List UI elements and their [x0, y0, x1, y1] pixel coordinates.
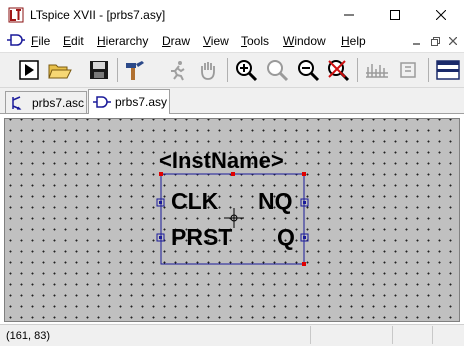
zoom-out-icon: [298, 60, 320, 82]
menu-window[interactable]: Window: [283, 34, 326, 48]
maximize-icon: [390, 10, 400, 20]
tile-windows-button[interactable]: [435, 57, 461, 83]
mdi-restore-icon: [430, 36, 440, 46]
cursor-coordinates: (161, 83): [6, 330, 51, 342]
zoom-out-button[interactable]: [295, 57, 321, 83]
schematic-doc-icon[interactable]: [6, 33, 26, 48]
tab-label: prbs7.asy: [115, 95, 168, 109]
run-man-icon: [171, 61, 185, 81]
zoom-in-button[interactable]: [233, 57, 259, 83]
toolbar-separator: [357, 58, 358, 82]
save-icon: [90, 61, 108, 79]
close-button[interactable]: [418, 0, 464, 30]
tile-windows-icon: [436, 60, 460, 80]
tab-prbs7-asc[interactable]: prbs7.asc: [5, 91, 87, 113]
corner-handle[interactable]: [159, 172, 163, 176]
run-button[interactable]: [16, 57, 42, 83]
save-button[interactable]: [86, 57, 112, 83]
status-divider: [392, 326, 393, 344]
open-icon: [48, 64, 72, 79]
zoom-fit-button[interactable]: [264, 57, 290, 83]
menu-help[interactable]: Help: [341, 34, 366, 48]
mdi-restore-button[interactable]: [428, 34, 442, 48]
menu-file[interactable]: File: [31, 34, 50, 48]
schematic-tab-icon: [12, 95, 22, 110]
minimize-button[interactable]: [326, 0, 372, 30]
close-icon: [436, 10, 446, 20]
mdi-minimize-icon: [413, 43, 420, 45]
control-panel-button[interactable]: [364, 57, 390, 83]
pan-hand-button[interactable]: [195, 57, 221, 83]
run-icon: [19, 60, 39, 80]
minimize-icon: [344, 14, 354, 16]
corner-handle[interactable]: [302, 172, 306, 176]
mdi-close-button[interactable]: [446, 34, 460, 48]
menu-hierarchy[interactable]: Hierarchy: [97, 34, 148, 48]
symbol-graphics: [156, 172, 309, 266]
tab-prbs7-asy[interactable]: prbs7.asy: [88, 89, 170, 114]
window-title: LTspice XVII - [prbs7.asy]: [30, 8, 166, 22]
pan-hand-icon: [201, 62, 215, 80]
toolbar-separator: [117, 58, 118, 82]
control-panel-icon: [366, 64, 388, 78]
zoom-in-icon: [236, 60, 258, 82]
mdi-minimize-button[interactable]: [410, 34, 424, 48]
spice-directive-icon: [400, 62, 416, 78]
hammer-icon: [126, 61, 144, 80]
maximize-button[interactable]: [372, 0, 418, 30]
corner-handle[interactable]: [302, 262, 306, 266]
toolbar-separator: [428, 58, 429, 82]
symbol-editor-canvas[interactable]: <InstName> CLK NQ PRST Q: [4, 118, 460, 322]
open-button[interactable]: [47, 57, 73, 83]
spice-directive-button[interactable]: [396, 57, 422, 83]
menu-tools[interactable]: Tools: [241, 34, 269, 48]
status-divider: [432, 326, 433, 344]
toolbar-separator: [227, 58, 228, 82]
pin-label-clk: CLK: [171, 188, 219, 214]
pin-label-nq: NQ: [258, 188, 293, 214]
mdi-close-icon: [449, 37, 457, 45]
menu-draw[interactable]: Draw: [162, 34, 190, 48]
zoom-cancel-icon: [328, 60, 350, 82]
symbol-tab-icon: [93, 96, 111, 108]
zoom-fit-icon: [267, 60, 289, 82]
menu-view[interactable]: View: [203, 34, 229, 48]
pin-label-q: Q: [277, 224, 295, 250]
ltspice-logo-icon: [8, 7, 24, 23]
zoom-cancel-button[interactable]: [325, 57, 351, 83]
status-divider: [310, 326, 311, 344]
edge-handle[interactable]: [231, 172, 235, 176]
status-bar: [0, 324, 464, 346]
run-man-button[interactable]: [164, 57, 190, 83]
tab-label: prbs7.asc: [32, 95, 85, 110]
pin-label-prst: PRST: [171, 224, 233, 250]
hammer-button[interactable]: [122, 57, 148, 83]
menu-edit[interactable]: Edit: [63, 34, 84, 48]
